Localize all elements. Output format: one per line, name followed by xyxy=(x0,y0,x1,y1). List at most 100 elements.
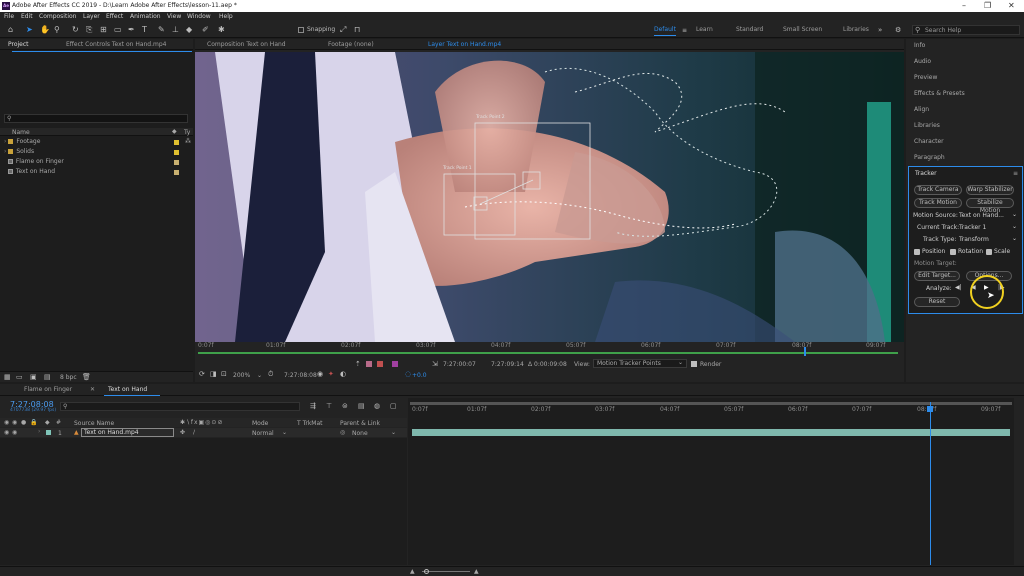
home-icon[interactable]: ⌂ xyxy=(8,25,13,34)
panel-audio[interactable]: Audio xyxy=(914,57,931,66)
snap-option-icon[interactable]: ⤢ xyxy=(340,25,346,35)
interpret-footage-icon[interactable]: ▦ xyxy=(4,373,11,381)
collapse-switch-icon[interactable]: ✤ xyxy=(180,429,185,436)
project-item-text-on-hand[interactable]: Text on Hand xyxy=(4,167,190,176)
maximize-icon[interactable]: ❐ xyxy=(984,1,991,10)
brush-tool-icon[interactable]: ✎ xyxy=(158,25,165,34)
column-parent[interactable]: Parent & Link xyxy=(340,420,380,427)
project-settings-icon[interactable]: ▤ xyxy=(44,373,51,381)
panel-preview[interactable]: Preview xyxy=(914,73,937,82)
track-type-select[interactable]: Transform ⌄ xyxy=(959,235,1017,245)
ripple-icon[interactable] xyxy=(366,361,372,367)
eraser-tool-icon[interactable]: ◆ xyxy=(186,25,192,34)
current-track-select[interactable]: Tracker 1 ⌄ xyxy=(959,223,1017,233)
hand-tool-icon[interactable]: ✋ xyxy=(40,25,50,34)
scale-option[interactable]: Scale xyxy=(986,247,1010,257)
visibility-icon[interactable]: ◉ xyxy=(4,429,9,436)
menu-composition[interactable]: Composition xyxy=(39,13,76,20)
type-tool-icon[interactable]: T xyxy=(142,25,147,34)
timeline-search-input[interactable]: ⚲ xyxy=(60,402,300,411)
new-folder-icon[interactable]: ▭ xyxy=(16,373,23,381)
current-time-display[interactable]: 7:27:08:08 xyxy=(284,372,317,379)
timeline-scrollbar[interactable] xyxy=(1014,398,1024,565)
puppet-tool-icon[interactable]: ✱ xyxy=(218,25,225,34)
workspace-menu-icon[interactable]: ≡ xyxy=(682,27,687,34)
workspace-default[interactable]: Default xyxy=(654,26,676,36)
tab-composition[interactable]: Composition Text on Hand xyxy=(207,41,286,48)
layer-mode[interactable]: Normal xyxy=(252,430,274,437)
menu-effect[interactable]: Effect xyxy=(106,13,123,20)
in-time[interactable]: 7:27:00:07 xyxy=(443,361,476,368)
timeline-ruler[interactable]: 0:07f 01:07f 02:07f 03:07f 04:07f 05:07f… xyxy=(408,406,1014,414)
view-select[interactable]: Motion Tracker Points ⌄ xyxy=(593,359,687,368)
menu-layer[interactable]: Layer xyxy=(83,13,100,20)
panel-effects-presets[interactable]: Effects & Presets xyxy=(914,89,965,98)
pickwhip-icon[interactable]: ◎ xyxy=(340,429,345,436)
zoom-out-icon[interactable]: ▲ xyxy=(410,568,415,575)
panel-align[interactable]: Align xyxy=(914,105,929,114)
channel-icon[interactable]: ✦ xyxy=(328,370,334,378)
minimize-icon[interactable]: – xyxy=(962,1,966,10)
tab-text-on-hand[interactable]: Text on Hand xyxy=(108,386,147,393)
pan-behind-tool-icon[interactable]: ⊞ xyxy=(100,25,107,34)
menu-edit[interactable]: Edit xyxy=(21,13,33,20)
new-composition-icon[interactable]: ▣ xyxy=(30,373,37,381)
scale-checkbox[interactable] xyxy=(986,248,992,255)
work-area-range[interactable] xyxy=(410,402,1012,405)
frame-blending-icon[interactable]: ▤ xyxy=(358,402,365,410)
stabilize-motion-button[interactable]: Stabilize Motion xyxy=(966,198,1014,214)
column-mode[interactable]: Mode xyxy=(252,420,268,427)
column-source-name[interactable]: Source Name xyxy=(74,420,114,427)
rotate-tool-icon[interactable]: ↻ xyxy=(72,25,79,34)
selection-tool-icon[interactable]: ➤ xyxy=(26,25,33,34)
audio-icon[interactable]: ◉ xyxy=(12,419,17,426)
eye-icon[interactable]: ◉ xyxy=(4,419,9,426)
project-item-footage[interactable]: › Footage xyxy=(4,137,190,146)
switches-icon[interactable]: ✱∖fx▣◎⊙⊘ xyxy=(180,419,223,426)
project-item-solids[interactable]: › Solids xyxy=(4,147,190,156)
panel-paragraph[interactable]: Paragraph xyxy=(914,153,945,162)
layer-name[interactable]: Text on Hand.mp4 xyxy=(81,428,174,437)
in-point-icon[interactable]: ⇡ xyxy=(355,360,361,368)
solo-icon[interactable]: ● xyxy=(21,419,26,426)
position-option[interactable]: Position xyxy=(914,247,945,257)
motion-blur-icon[interactable]: ◍ xyxy=(374,402,380,410)
menu-window[interactable]: Window xyxy=(187,13,211,20)
panel-menu-icon[interactable]: ≡ xyxy=(1013,170,1018,177)
layer-parent[interactable]: None xyxy=(352,430,368,437)
track-camera-button[interactable]: Track Camera xyxy=(914,185,962,195)
mask-icon[interactable] xyxy=(392,361,398,367)
expand-chevron-icon[interactable]: › xyxy=(38,428,40,435)
safe-margins-icon[interactable]: ⊡ xyxy=(221,370,227,378)
panel-libraries[interactable]: Libraries xyxy=(914,121,940,130)
tab-effect-controls[interactable]: Effect Controls Text on Hand.mp4 xyxy=(66,41,167,48)
snapping-checkbox[interactable] xyxy=(298,27,304,33)
snap-magnet-icon[interactable]: ⊓ xyxy=(354,25,360,34)
workspace-standard[interactable]: Standard xyxy=(736,26,763,33)
pen-tool-icon[interactable]: ✒ xyxy=(128,25,135,34)
panel-info[interactable]: Info xyxy=(914,41,925,50)
column-name[interactable]: Name xyxy=(12,129,30,136)
label-tag-icon[interactable]: ◆ xyxy=(45,419,50,426)
tab-flame-on-finger[interactable]: Flame on Finger xyxy=(24,386,72,393)
column-trkmat[interactable]: T TrkMat xyxy=(297,420,323,427)
position-checkbox[interactable] xyxy=(914,248,920,255)
menu-view[interactable]: View xyxy=(167,13,181,20)
warp-stabilizer-button[interactable]: Warp Stabilizer xyxy=(966,185,1014,195)
motion-source-select[interactable]: Text on Hand... ⌄ xyxy=(959,211,1017,221)
reset-button[interactable]: Reset xyxy=(914,297,960,307)
project-item-flame-on-finger[interactable]: Flame on Finger xyxy=(4,157,190,166)
help-search-box[interactable]: ⚲ Search Help xyxy=(912,25,1020,35)
workspace-small-screen[interactable]: Small Screen xyxy=(783,26,822,33)
layer-viewer-canvas[interactable]: Track Point 1 Track Point 2 xyxy=(195,52,904,342)
clone-stamp-icon[interactable]: ⊥ xyxy=(172,25,179,34)
zoom-slider-handle[interactable] xyxy=(424,569,429,574)
snapshot-icon[interactable]: ◨ xyxy=(210,370,217,378)
roto-brush-icon[interactable]: ✐ xyxy=(202,25,209,34)
shy-icon[interactable]: ⊜ xyxy=(342,402,348,410)
exposure-value[interactable]: +0.0 xyxy=(412,372,427,379)
workspace-settings-icon[interactable]: ⚙ xyxy=(895,26,901,34)
comp-flowchart-icon[interactable]: ⊤ xyxy=(326,402,332,410)
rectangle-tool-icon[interactable]: ▭ xyxy=(114,25,122,34)
trim-in-icon[interactable]: ⇲ xyxy=(432,360,438,368)
